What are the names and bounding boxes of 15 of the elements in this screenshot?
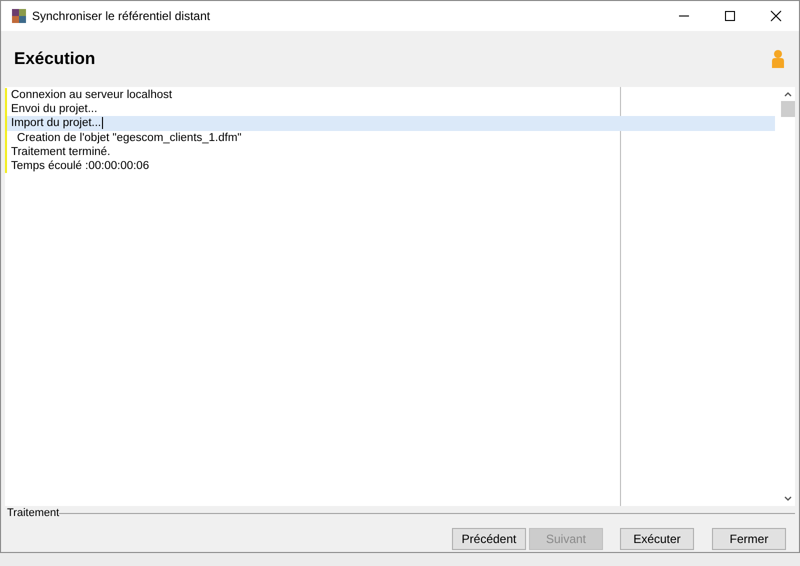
dialog-button[interactable]: Précédent (452, 528, 526, 550)
app-icon (12, 9, 26, 23)
page-title: Exécution (14, 49, 96, 69)
scroll-thumb[interactable] (781, 101, 795, 117)
window-title: Synchroniser le référentiel distant (32, 9, 210, 23)
log-line[interactable]: Creation de l'objet "egescom_clients_1.dfm" (5, 130, 775, 145)
log-line[interactable]: Temps écoulé :00:00:00:06 (5, 158, 775, 174)
dialog-button[interactable]: Exécuter (620, 528, 694, 550)
dialog-button[interactable]: Fermer (712, 528, 786, 550)
log-line[interactable]: Connexion au serveur localhost (5, 88, 775, 102)
log-line[interactable]: Traitement terminé. (5, 144, 775, 159)
group-label: Traitement (6, 507, 60, 519)
text-cursor (102, 117, 104, 130)
log-line[interactable]: Envoi du projet... (5, 102, 775, 116)
person-icon (770, 49, 786, 69)
